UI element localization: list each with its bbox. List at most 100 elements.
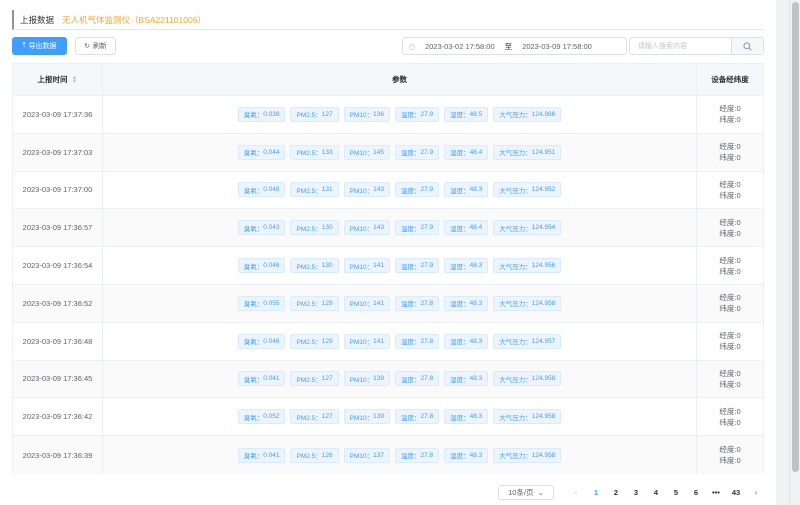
longitude: 经度:0 xyxy=(719,406,741,416)
param-label: 湿度： xyxy=(450,339,470,347)
page-list: 1 2 3 4 5 6 ••• 43 xyxy=(586,488,746,497)
param-value: 0.046 xyxy=(263,262,280,270)
param-label: PM2.5： xyxy=(296,414,322,422)
param-value: 48.5 xyxy=(469,110,483,118)
latitude: 纬度:0 xyxy=(719,342,741,352)
param-tag: 湿度： 48.3 xyxy=(444,409,489,425)
export-button-label: 导出数据 xyxy=(28,43,57,50)
page-number[interactable]: 3 xyxy=(626,488,646,497)
param-value: 141 xyxy=(373,262,384,270)
param-value: 27.8 xyxy=(420,375,434,383)
table-header: 上报时间 ▲ ▼ 参数 设备经纬度 xyxy=(13,64,763,96)
scrollbar[interactable] xyxy=(789,0,800,505)
longitude: 经度:0 xyxy=(719,104,741,114)
param-label: 温度： xyxy=(400,112,421,120)
report-time-cell: 2023-03-09 17:36:42 xyxy=(13,398,103,436)
param-value: 124.966 xyxy=(531,110,556,118)
next-page-button[interactable]: › xyxy=(746,488,766,497)
param-tag: PM10： 137 xyxy=(343,447,390,463)
param-tag: PM2.5： 127 xyxy=(290,106,339,122)
param-value: 124.958 xyxy=(531,451,556,459)
latitude: 纬度:0 xyxy=(719,115,741,125)
param-tag: 大气压力： 124.958 xyxy=(493,295,562,311)
coordinates: 经度:0 纬度:0 xyxy=(719,444,740,466)
param-value: 137 xyxy=(373,451,384,459)
params-cell: 臭氧： 0.055 PM2.5： 129 PM10： 141 温度： 27.8 湿度： 48.3 大… xyxy=(103,284,697,322)
scrollbar-thumb[interactable] xyxy=(792,2,799,472)
search-input[interactable] xyxy=(630,38,732,54)
clock-icon: ◷ xyxy=(408,41,416,51)
param-tag: 湿度： 48.3 xyxy=(444,333,489,349)
param-tag: 臭氧： 0.052 xyxy=(237,409,286,425)
param-tags: 臭氧： 0.044 PM2.5： 133 PM10： 145 温度： 27.9 湿度： 48.4 大… xyxy=(237,144,562,160)
param-value: 0.041 xyxy=(263,375,280,383)
report-time-cell: 2023-03-09 17:36:52 xyxy=(13,284,103,322)
param-value: 0.044 xyxy=(263,148,280,156)
param-value: 0.039 xyxy=(263,110,280,118)
param-value: 143 xyxy=(373,186,384,194)
param-label: 臭氧： xyxy=(243,225,264,233)
param-label: 湿度： xyxy=(450,376,470,384)
page-number[interactable]: 2 xyxy=(606,488,626,497)
page-number[interactable]: 5 xyxy=(666,488,686,497)
param-label: 大气压力： xyxy=(499,414,532,422)
param-tag: 温度： 27.9 xyxy=(394,220,440,236)
search-box xyxy=(629,37,764,55)
coordinates: 经度:0 纬度:0 xyxy=(719,368,740,390)
param-value: 127 xyxy=(321,375,333,383)
params-cell: 臭氧： 0.052 PM2.5： 127 PM10： 139 温度： 27.8 湿度： 48.3 大… xyxy=(103,398,697,436)
param-tag: 湿度： 48.4 xyxy=(444,220,489,236)
page-size-select[interactable]: 10条/页 ⌄ xyxy=(498,485,554,500)
date-start[interactable]: 2023-03-02 17:58:00 xyxy=(425,42,495,51)
latitude: 纬度:0 xyxy=(719,456,741,466)
coordinates: 经度:0 纬度:0 xyxy=(719,292,740,314)
location-cell: 经度:0 纬度:0 xyxy=(697,134,763,171)
param-tags: 臭氧： 0.043 PM2.5： 130 PM10： 143 温度： 27.9 湿度： 48.4 大… xyxy=(237,220,562,236)
page-number[interactable]: 1 xyxy=(586,488,606,497)
page-ellipsis[interactable]: ••• xyxy=(706,488,726,497)
param-tag: 大气压力： 124.956 xyxy=(493,258,562,274)
export-button[interactable]: ⤒ 导出数据 xyxy=(12,37,67,55)
search-button[interactable] xyxy=(731,38,763,54)
param-label: 湿度： xyxy=(450,187,470,195)
date-range-picker[interactable]: ◷ 2023-03-02 17:58:00 至 2023-03-09 17:58… xyxy=(402,37,627,55)
param-value: 124.954 xyxy=(531,224,556,232)
longitude: 经度:0 xyxy=(719,255,741,265)
page-number[interactable]: 4 xyxy=(646,488,666,497)
location-cell: 经度:0 纬度:0 xyxy=(697,172,763,209)
param-label: 温度： xyxy=(400,150,421,158)
param-value: 48.3 xyxy=(469,262,483,270)
table-row: 2023-03-09 17:36:48 臭氧： 0.046 PM2.5： 129 PM10… xyxy=(13,322,763,361)
param-value: 0.046 xyxy=(263,337,280,345)
param-tag: 温度： 27.8 xyxy=(394,447,440,463)
param-label: 湿度： xyxy=(450,225,470,233)
upload-icon: ⤒ xyxy=(22,42,26,49)
longitude: 经度:0 xyxy=(719,142,741,152)
param-label: 臭氧： xyxy=(243,112,264,120)
page-number[interactable]: 6 xyxy=(686,488,706,497)
param-label: 温度： xyxy=(400,453,421,461)
coordinates: 经度:0 纬度:0 xyxy=(719,217,740,239)
prev-page-button[interactable]: ‹ xyxy=(566,488,586,497)
sort-icon[interactable]: ▲ ▼ xyxy=(72,75,78,85)
param-tag: 温度： 27.9 xyxy=(394,106,440,122)
param-label: 温度： xyxy=(400,339,421,347)
latitude: 纬度:0 xyxy=(719,304,741,314)
param-label: PM10： xyxy=(349,376,374,384)
param-tags: 臭氧： 0.039 PM2.5： 127 PM10： 136 温度： 27.9 湿度： 48.5 大… xyxy=(237,106,562,122)
column-header-time[interactable]: 上报时间 ▲ ▼ xyxy=(13,64,103,95)
param-label: 大气压力： xyxy=(499,150,532,158)
page-number[interactable]: 43 xyxy=(726,488,746,497)
param-value: 48.4 xyxy=(469,224,483,232)
latitude: 纬度:0 xyxy=(719,228,741,238)
date-end[interactable]: 2023-03-09 17:58:00 xyxy=(522,42,592,51)
refresh-button[interactable]: ↻ 刷新 xyxy=(75,37,116,55)
coordinates: 经度:0 纬度:0 xyxy=(719,103,740,125)
param-label: PM2.5： xyxy=(296,150,322,158)
table-body: 2023-03-09 17:37:36 臭氧： 0.039 PM2.5： 127 PM10… xyxy=(13,96,763,474)
param-value: 143 xyxy=(373,224,384,232)
param-value: 124.951 xyxy=(531,148,556,156)
coordinates: 经度:0 纬度:0 xyxy=(719,255,740,277)
param-label: 臭氧： xyxy=(243,263,264,271)
location-cell: 经度:0 纬度:0 xyxy=(697,398,763,435)
